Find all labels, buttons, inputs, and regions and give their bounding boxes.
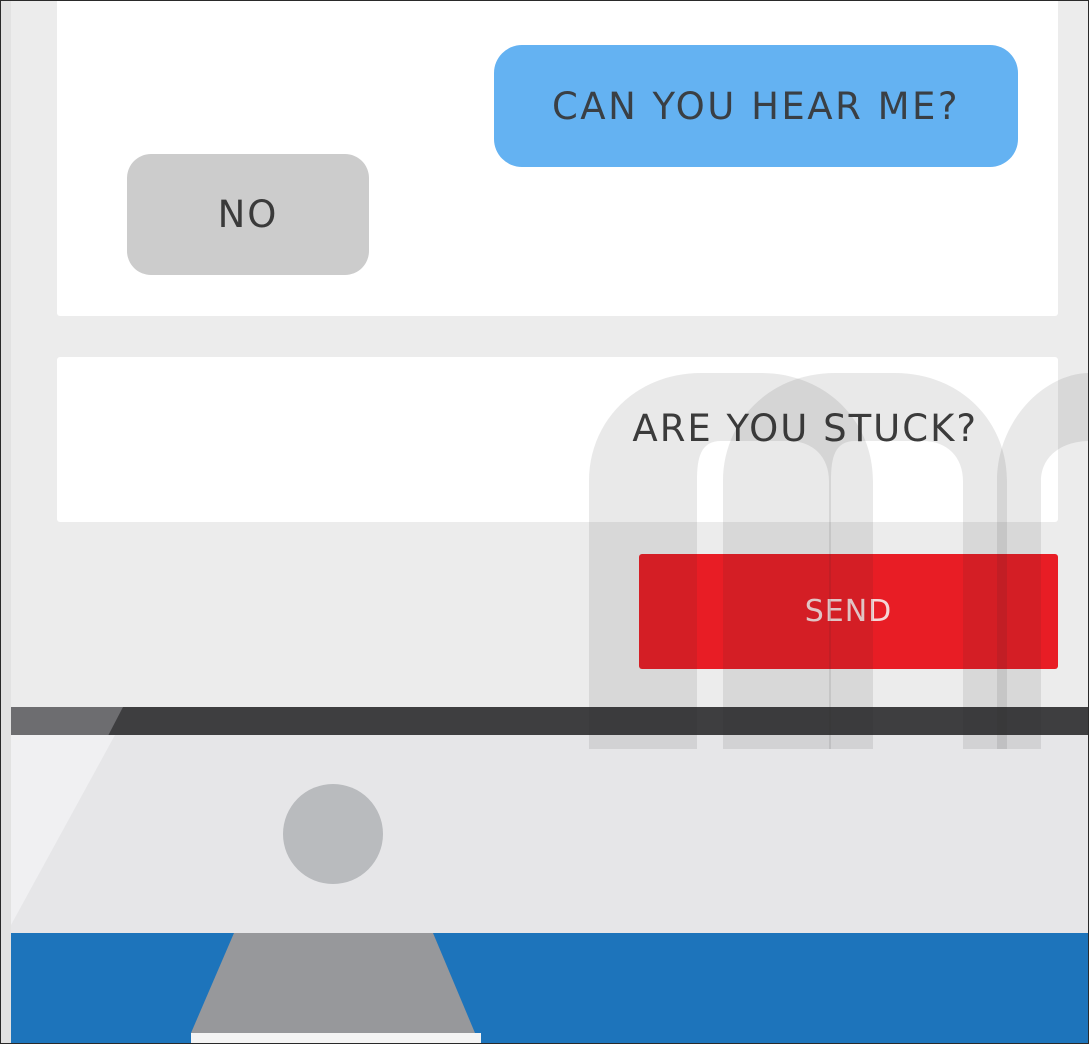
send-button-label: SEND	[804, 594, 893, 629]
monitor-bezel-highlight	[11, 707, 123, 735]
send-button[interactable]: SEND	[639, 554, 1058, 669]
message-input[interactable]: ARE YOU STUCK?	[57, 357, 1058, 522]
received-message-bubble: NO	[127, 154, 369, 275]
desk-surface	[11, 933, 1088, 1043]
illustration-frame: CAN YOU HEAR ME? NO ARE YOU STUCK? SEND	[0, 0, 1089, 1044]
camera-dot-icon	[283, 784, 383, 884]
sent-message-bubble: CAN YOU HEAR ME?	[494, 45, 1018, 167]
monitor-bezel-top	[11, 707, 1088, 735]
monitor-body	[11, 735, 1088, 933]
received-message-text: NO	[217, 193, 279, 236]
message-input-value: ARE YOU STUCK?	[632, 407, 978, 450]
sent-message-text: CAN YOU HEAR ME?	[551, 84, 961, 128]
monitor-stand-icon	[191, 933, 481, 1043]
frame-left-edge	[1, 1, 11, 1043]
